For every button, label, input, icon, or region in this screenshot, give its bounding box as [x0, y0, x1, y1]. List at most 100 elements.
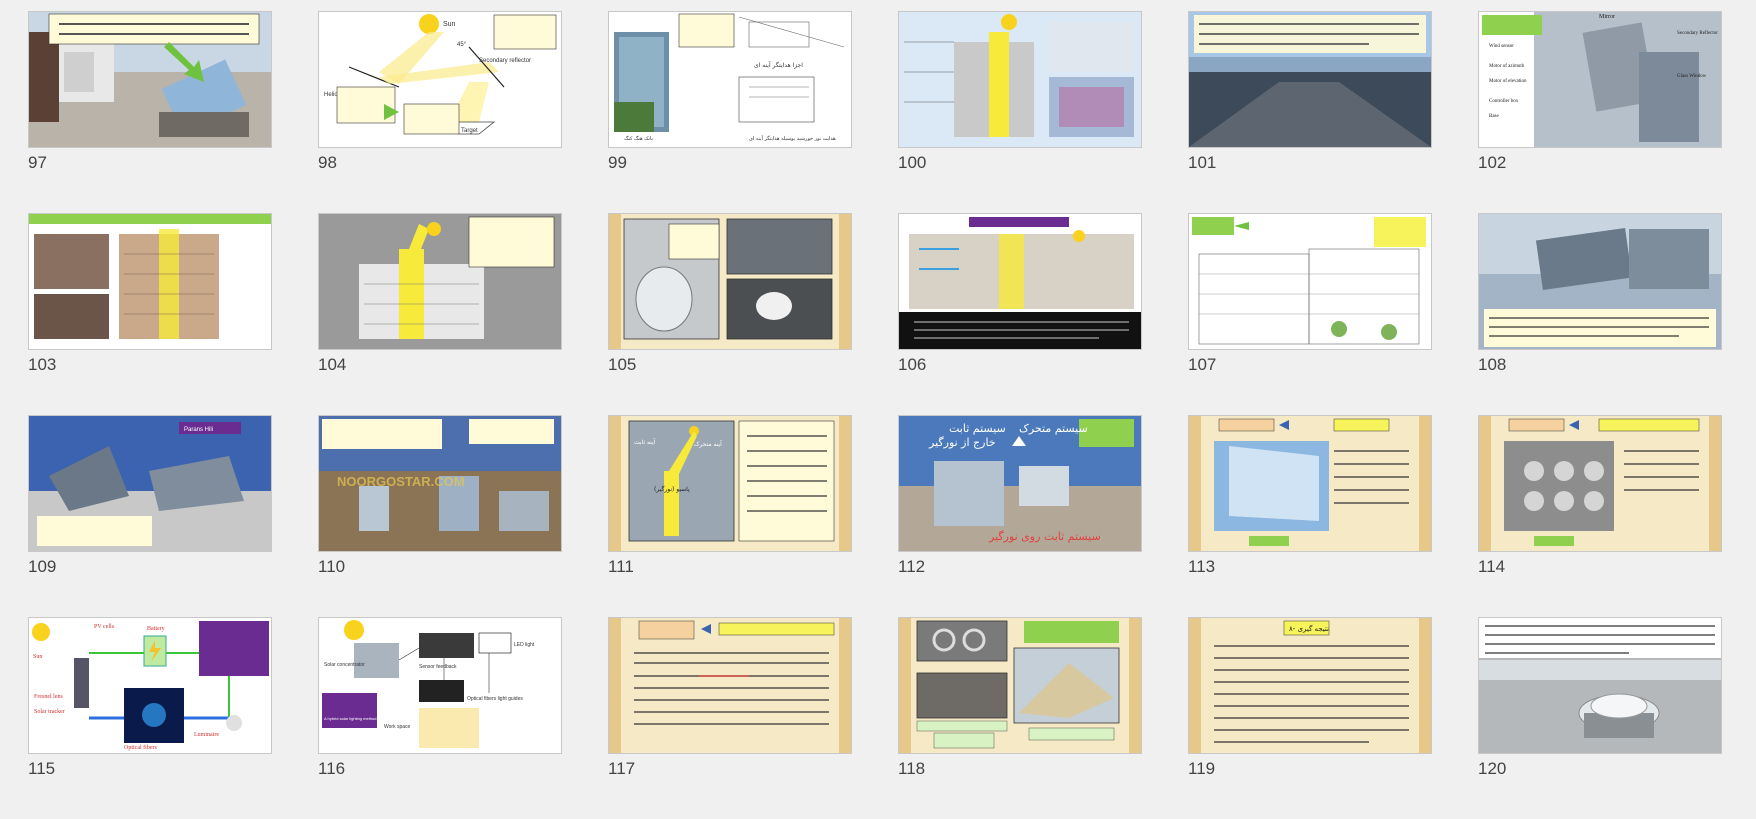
slide-number: 113 — [1188, 557, 1216, 576]
svg-text:A hybrid solar lighting method: A hybrid solar lighting method for dayli… — [324, 716, 403, 721]
slide-thumbnail-120[interactable]: 120 — [1478, 617, 1722, 819]
sun-label: Sun — [443, 21, 456, 28]
svg-text:Sensor feedback: Sensor feedback — [419, 664, 457, 670]
slide-thumbnail-100[interactable]: 100 — [898, 11, 1142, 213]
slide-preview[interactable] — [898, 213, 1142, 350]
slide-preview[interactable] — [1188, 213, 1432, 350]
svg-text:سیستم متحرک: سیستم متحرک — [1019, 422, 1088, 435]
slide-preview[interactable] — [1188, 415, 1432, 552]
svg-text:45°: 45° — [457, 42, 467, 48]
slide-thumbnail-117[interactable]: 117 — [608, 617, 852, 819]
slide-preview[interactable]: Solar concentrator Sensor feedback LED l… — [318, 617, 562, 754]
slide-thumbnail-112[interactable]: سیستم متحرک سیستم ثابت خارج از نورگیر سی… — [898, 415, 1142, 617]
svg-text:Parans Hili: Parans Hili — [184, 427, 213, 433]
svg-text:Secondary reflector: Secondary reflector — [479, 58, 531, 64]
slide-thumbnail-97[interactable]: 97 — [28, 11, 272, 213]
svg-text:Work space: Work space — [384, 724, 411, 730]
svg-text:Secondary Reflector: Secondary Reflector — [1677, 31, 1718, 36]
svg-text:Motor of elevation: Motor of elevation — [1489, 79, 1527, 84]
slide-thumbnail-114[interactable]: 114 — [1478, 415, 1722, 617]
slide-thumbnail-118[interactable]: 118 — [898, 617, 1142, 819]
slide-thumbnail-101[interactable]: 101 — [1188, 11, 1432, 213]
slide-thumbnail-109[interactable]: Parans Hili 109 — [28, 415, 272, 617]
svg-text:۸- نتیجه گیری: ۸- نتیجه گیری — [1289, 624, 1329, 633]
slide-preview[interactable]: ۸- نتیجه گیری — [1188, 617, 1432, 754]
slide-preview[interactable] — [1478, 617, 1722, 754]
slide-preview[interactable] — [898, 11, 1142, 148]
slide-thumbnail-107[interactable]: 107 — [1188, 213, 1432, 415]
slide-preview[interactable]: Mirror Secondary Reflector Wind sensor M… — [1478, 11, 1722, 148]
slide-preview[interactable] — [318, 213, 562, 350]
slide-preview[interactable] — [1478, 415, 1722, 552]
svg-text:Mirror: Mirror — [1599, 14, 1615, 20]
slide-preview[interactable]: آینه ثابت آینه متحرک پاسیو (نورگیر) — [608, 415, 852, 552]
svg-text:بانک هنگ کنگ: بانک هنگ کنگ — [624, 135, 653, 142]
slide-thumbnail-119[interactable]: ۸- نتیجه گیری 119 — [1188, 617, 1432, 819]
slide-thumbnail-111[interactable]: آینه ثابت آینه متحرک پاسیو (نورگیر) 111 — [608, 415, 852, 617]
svg-text:اجزا هدایتگر آینه ای: اجزا هدایتگر آینه ای — [754, 60, 803, 69]
svg-text:Controller box: Controller box — [1489, 99, 1519, 104]
svg-text:سیستم ثابت: سیستم ثابت — [949, 422, 1006, 435]
slide-preview[interactable]: NOORGOSTAR.COM — [318, 415, 562, 552]
slide-number: 100 — [898, 153, 927, 172]
slide-number: 112 — [898, 557, 926, 576]
slide-number: 107 — [1188, 355, 1217, 374]
slide-number: 110 — [318, 557, 346, 576]
slide-preview[interactable] — [28, 213, 272, 350]
svg-text:Wind sensor: Wind sensor — [1489, 44, 1514, 49]
slide-number: 111 — [608, 557, 634, 576]
slide-preview[interactable]: Parans Hili — [28, 415, 272, 552]
slide-preview[interactable] — [608, 213, 852, 350]
slide-thumbnail-102[interactable]: Mirror Secondary Reflector Wind sensor M… — [1478, 11, 1722, 213]
slide-preview[interactable] — [898, 617, 1142, 754]
slide-number: 116 — [318, 759, 346, 778]
svg-text:سیستم ثابت روی نورگیر: سیستم ثابت روی نورگیر — [988, 530, 1101, 543]
slide-thumbnail-108[interactable]: 108 — [1478, 213, 1722, 415]
svg-text:Target: Target — [461, 128, 478, 134]
svg-text:Base: Base — [1489, 114, 1500, 119]
slide-number: 117 — [608, 759, 636, 778]
slide-thumbnail-116[interactable]: Solar concentrator Sensor feedback LED l… — [318, 617, 562, 819]
svg-text:Solar concentrator: Solar concentrator — [324, 662, 365, 668]
slide-preview[interactable] — [28, 11, 272, 148]
slide-number: 99 — [608, 153, 627, 172]
slide-preview[interactable]: سیستم متحرک سیستم ثابت خارج از نورگیر سی… — [898, 415, 1142, 552]
slide-thumbnail-113[interactable]: 113 — [1188, 415, 1432, 617]
slide-thumbnail-106[interactable]: 106 — [898, 213, 1142, 415]
slide-number: 115 — [28, 759, 56, 778]
slide-sorter-grid: 97 Sun Heliostat Secondary reflector Tar… — [28, 11, 1722, 819]
slide-number: 114 — [1478, 557, 1506, 576]
slide-thumbnail-99[interactable]: اجزا هدایتگر آینه ای بانک هنگ کنگ هدایت … — [608, 11, 852, 213]
svg-text:Solar tracker: Solar tracker — [34, 709, 65, 715]
slide-number: 118 — [898, 759, 926, 778]
slide-number: 104 — [318, 355, 347, 374]
slide-preview[interactable]: اجزا هدایتگر آینه ای بانک هنگ کنگ هدایت … — [608, 11, 852, 148]
slide-number: 101 — [1188, 153, 1217, 172]
svg-text:Optical fibers light guides: Optical fibers light guides — [467, 696, 523, 702]
slide-thumbnail-98[interactable]: Sun Heliostat Secondary reflector Target… — [318, 11, 562, 213]
slide-thumbnail-103[interactable]: 103 — [28, 213, 272, 415]
slide-preview[interactable] — [1188, 11, 1432, 148]
svg-text:Optical fibers: Optical fibers — [124, 744, 157, 751]
slide-preview[interactable] — [1478, 213, 1722, 350]
slide-preview[interactable]: Sun PV cells Battery Fresnel lens Solar … — [28, 617, 272, 754]
svg-text:Fresnel lens: Fresnel lens — [34, 694, 63, 700]
slide-thumbnail-104[interactable]: 104 — [318, 213, 562, 415]
svg-text:NOORGOSTAR.COM: NOORGOSTAR.COM — [337, 474, 465, 489]
svg-text:Sun: Sun — [33, 654, 42, 660]
slide-number: 103 — [28, 355, 57, 374]
slide-thumbnail-105[interactable]: 105 — [608, 213, 852, 415]
svg-text:LED light: LED light — [514, 642, 535, 648]
svg-text:پاسیو (نورگیر): پاسیو (نورگیر) — [654, 485, 690, 493]
svg-text:Motor of azimuth: Motor of azimuth — [1489, 64, 1525, 69]
slide-number: 102 — [1478, 153, 1507, 172]
slide-thumbnail-115[interactable]: Sun PV cells Battery Fresnel lens Solar … — [28, 617, 272, 819]
slide-thumbnail-110[interactable]: NOORGOSTAR.COM 110 — [318, 415, 562, 617]
slide-number: 97 — [28, 153, 47, 172]
slide-number: 119 — [1188, 759, 1216, 778]
slide-preview[interactable]: Sun Heliostat Secondary reflector Target… — [318, 11, 562, 148]
slide-number: 120 — [1478, 759, 1507, 778]
slide-preview[interactable] — [608, 617, 852, 754]
svg-text:هدایت نور خورشید بوسیله هدایتگ: هدایت نور خورشید بوسیله هدایتگر آینه ای — [749, 135, 836, 142]
svg-text:Glass Window: Glass Window — [1677, 74, 1707, 79]
